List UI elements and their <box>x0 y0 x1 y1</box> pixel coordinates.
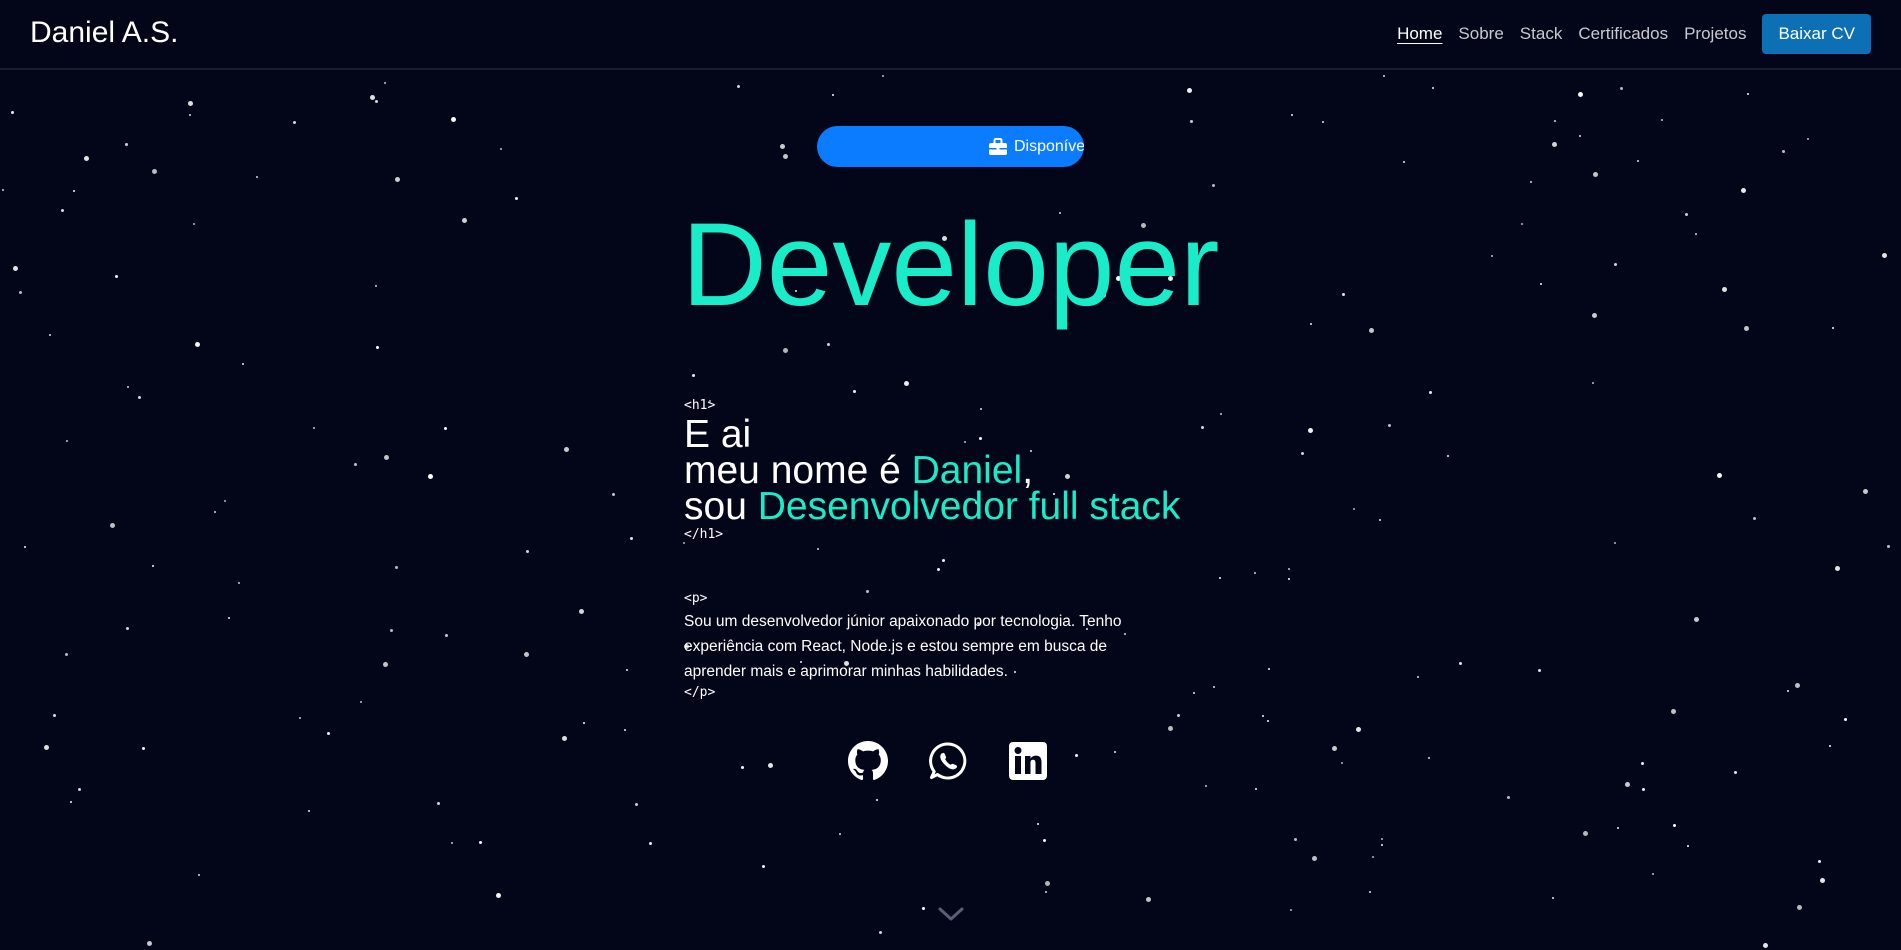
linkedin-link[interactable] <box>1008 741 1048 781</box>
nav-certificados[interactable]: Certificados <box>1578 24 1668 44</box>
nav-projetos[interactable]: Projetos <box>1684 24 1746 44</box>
h1-close-tag: </h1> <box>684 527 724 542</box>
intro-paragraph-block: <p> Sou um desenvolvedor júnior apaixona… <box>684 591 1144 700</box>
nav-stack[interactable]: Stack <box>1520 24 1563 44</box>
hero-title: Developer <box>681 199 1220 331</box>
chevron-down-icon <box>938 907 964 921</box>
download-cv-button[interactable]: Baixar CV <box>1762 14 1871 54</box>
badge-label: Disponível <box>1014 137 1084 155</box>
whatsapp-link[interactable] <box>928 741 968 781</box>
nav-sobre[interactable]: Sobre <box>1458 24 1503 44</box>
brand-logo[interactable]: Daniel A.S. <box>30 16 178 50</box>
p-close-tag: </p> <box>684 685 716 700</box>
top-navbar: Daniel A.S. Home Sobre Stack Certificado… <box>0 0 1901 70</box>
nav-home[interactable]: Home <box>1397 24 1442 44</box>
linkedin-icon <box>1009 742 1047 780</box>
github-icon <box>848 741 888 781</box>
scroll-down-button[interactable] <box>938 906 964 927</box>
h1-open-tag: <h1> <box>684 398 716 413</box>
whatsapp-icon <box>929 742 967 780</box>
intro-line-3-prefix: sou <box>684 485 758 528</box>
github-link[interactable] <box>848 741 888 781</box>
intro-line-1: E ai <box>684 413 752 456</box>
intro-heading: E ai meu nome é Daniel, sou Desenvolvedo… <box>684 413 1284 526</box>
intro-role: Desenvolvedor full stack <box>757 485 1181 528</box>
intro-description: Sou um desenvolvedor júnior apaixonado p… <box>684 613 1122 680</box>
intro-line-2: meu nome é Daniel, <box>684 451 1284 490</box>
intro-line-3: sou Desenvolvedor full stack <box>684 487 1284 526</box>
availability-badge: Disponível <box>817 126 1084 167</box>
social-links <box>848 741 1088 781</box>
p-open-tag: <p> <box>684 591 708 606</box>
intro-heading-block: <h1> E ai meu nome é Daniel, sou Desenvo… <box>684 398 1284 542</box>
hero-section: Disponível Developer <h1> E ai meu nome … <box>0 0 1901 950</box>
briefcase-icon <box>989 137 1007 155</box>
main-nav: Home Sobre Stack Certificados Projetos B… <box>1381 14 1871 54</box>
